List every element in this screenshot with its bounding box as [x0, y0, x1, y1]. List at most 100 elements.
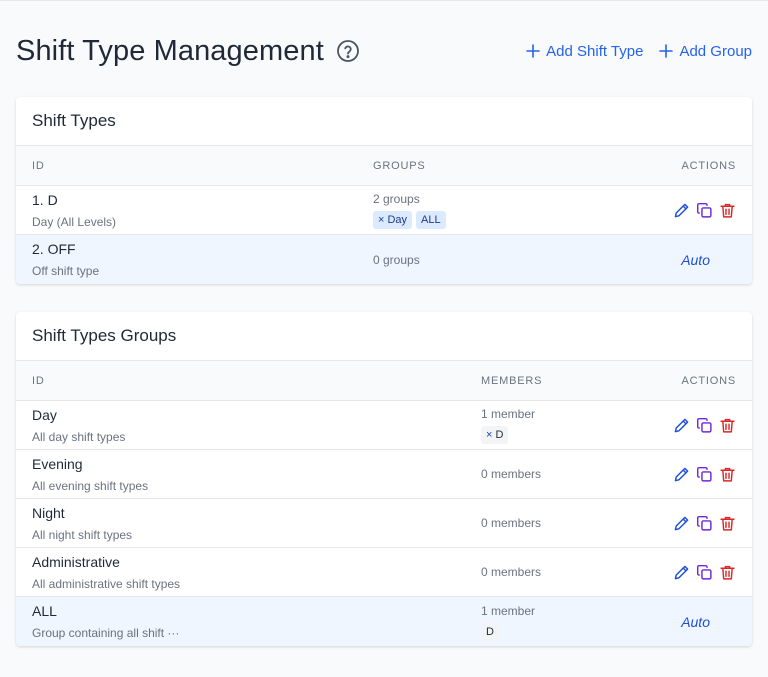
row-description: Off shift type [32, 264, 100, 278]
table-header: ID GROUPS ACTIONS [16, 145, 752, 186]
chip-label: ALL [421, 214, 441, 226]
row-members-cell: 1 member × D [481, 406, 535, 444]
group-count: 2 groups [373, 192, 420, 206]
trash-icon[interactable] [719, 202, 736, 219]
copy-icon[interactable] [696, 466, 713, 483]
row-id-cell: 1. D Day (All Levels) [32, 191, 373, 230]
header-actions: Add Shift Type Add Group [526, 43, 752, 60]
groups-card: Shift Types Groups ID MEMBERS ACTIONS Da… [16, 312, 752, 646]
row-members-cell: 0 members [481, 564, 541, 580]
page-header: Shift Type Management Add Shift Type Add… [16, 31, 752, 71]
add-shift-type-button[interactable]: Add Shift Type [526, 43, 643, 60]
page-title: Shift Type Management [16, 34, 324, 67]
row-groups-cell: 0 groups [373, 252, 420, 268]
row-actions [673, 202, 736, 219]
column-header-id: ID [32, 374, 45, 387]
pencil-icon[interactable] [673, 515, 690, 532]
row-id-cell: ALL Group containing all shift ··· [32, 602, 481, 641]
row-members-cell: 1 member D [481, 603, 535, 641]
add-group-button[interactable]: Add Group [659, 43, 752, 60]
trash-icon[interactable] [719, 564, 736, 581]
chip-label: D [495, 429, 504, 441]
row-description: All evening shift types [32, 478, 149, 493]
row-members-cell: 0 members [481, 515, 541, 531]
pencil-icon[interactable] [673, 466, 690, 483]
member-chip: × D [481, 426, 509, 444]
copy-icon[interactable] [696, 202, 713, 219]
remove-chip-button[interactable]: × [486, 429, 492, 441]
add-group-label: Add Group [679, 42, 752, 60]
pencil-icon[interactable] [673, 202, 690, 219]
row-name: Administrative [32, 553, 120, 570]
member-count: 0 members [481, 467, 542, 481]
auto-label: Auto [681, 613, 710, 630]
row-actions [673, 564, 736, 581]
pencil-icon[interactable] [673, 417, 690, 434]
chip-label: D [486, 625, 494, 638]
copy-icon[interactable] [696, 515, 713, 532]
trash-icon[interactable] [719, 515, 736, 532]
row-actions [673, 466, 736, 483]
row-description: All day shift types [32, 429, 126, 444]
table-row[interactable]: Day All day shift types 1 member × D [16, 401, 752, 450]
shift-types-card: Shift Types ID GROUPS ACTIONS 1. D Day (… [16, 97, 752, 284]
table-row[interactable]: 1. D Day (All Levels) 2 groups × Day ALL [16, 186, 752, 235]
trash-icon[interactable] [719, 466, 736, 483]
row-actions: Auto [681, 252, 736, 268]
pencil-icon[interactable] [673, 564, 690, 581]
group-count: 0 groups [373, 252, 420, 267]
table-row[interactable]: ALL Group containing all shift ··· 1 mem… [16, 597, 752, 646]
column-header-groups: GROUPS [373, 159, 426, 172]
shift-types-title: Shift Types [32, 111, 116, 130]
row-name: 1. D [32, 191, 58, 208]
column-header-actions: ACTIONS [681, 374, 736, 387]
row-id-cell: Day All day shift types [32, 406, 481, 445]
row-id-cell: Evening All evening shift types [32, 455, 481, 494]
group-chip: × Day [373, 211, 412, 229]
add-shift-type-label: Add Shift Type [546, 42, 644, 60]
chip-list: × D [481, 426, 535, 444]
row-id-cell: Night All night shift types [32, 504, 481, 543]
row-actions [673, 515, 736, 532]
trash-icon[interactable] [719, 417, 736, 434]
row-id-cell: 2. OFF Off shift type [32, 240, 373, 279]
row-name: ALL [32, 603, 57, 619]
row-name: Day [32, 406, 57, 423]
row-id-cell: Administrative All administrative shift … [32, 553, 481, 592]
table-header: ID MEMBERS ACTIONS [16, 360, 752, 401]
chip-list: × Day ALL [373, 211, 446, 229]
chip-list: D [481, 622, 535, 641]
member-chip: D [481, 622, 499, 641]
chip-label: Day [387, 214, 407, 226]
row-name: 2. OFF [32, 241, 76, 257]
auto-label: Auto [681, 251, 710, 268]
member-count: 1 member [481, 407, 536, 421]
row-name: Evening [32, 455, 83, 472]
member-count: 0 members [481, 565, 542, 579]
column-header-members: MEMBERS [481, 374, 543, 387]
help-circle-icon[interactable] [336, 39, 360, 63]
table-row[interactable]: 2. OFF Off shift type 0 groups Auto [16, 235, 752, 284]
table-row[interactable]: Administrative All administrative shift … [16, 548, 752, 597]
row-actions: Auto [681, 614, 736, 630]
plus-icon [659, 44, 674, 58]
group-chip: ALL [416, 211, 446, 229]
copy-icon[interactable] [696, 417, 713, 434]
table-row[interactable]: Evening All evening shift types 0 member… [16, 450, 752, 499]
row-description: All administrative shift types [32, 576, 181, 591]
row-description: Group containing all shift ··· [32, 626, 180, 640]
groups-title: Shift Types Groups [32, 326, 177, 345]
row-description: All night shift types [32, 527, 133, 542]
row-groups-cell: 2 groups × Day ALL [373, 191, 446, 229]
row-actions [673, 417, 736, 434]
row-description: Day (All Levels) [32, 214, 117, 229]
copy-icon[interactable] [696, 564, 713, 581]
title-wrap: Shift Type Management [16, 35, 360, 68]
table-row[interactable]: Night All night shift types 0 members [16, 499, 752, 548]
row-name: Night [32, 504, 65, 521]
remove-chip-button[interactable]: × [378, 214, 384, 226]
column-header-id: ID [32, 159, 45, 172]
member-count: 0 members [481, 516, 542, 530]
plus-icon [526, 44, 540, 58]
row-members-cell: 0 members [481, 466, 541, 482]
